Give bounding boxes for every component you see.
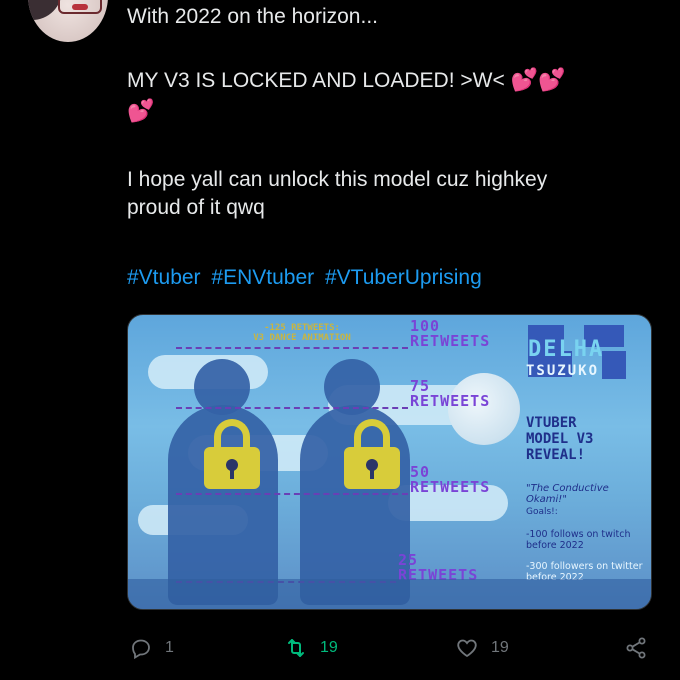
avatar[interactable] bbox=[28, 0, 108, 42]
treeline-decoration bbox=[128, 579, 651, 609]
tweet-media-image[interactable]: -125 RETWEETS: V3 DANCE ANIMATION 100 RE… bbox=[127, 314, 652, 610]
dance-goal-line: V3 DANCE ANIMATION bbox=[253, 333, 351, 343]
tweet-text-shout: MY V3 IS LOCKED AND LOADED! >W< bbox=[127, 69, 505, 92]
vtuber-surname: TSUZUKO bbox=[526, 363, 600, 379]
tier-75: 75 RETWEETS bbox=[410, 379, 490, 409]
share-icon bbox=[626, 637, 646, 659]
reply-icon bbox=[132, 639, 150, 660]
reveal-line: VTUBER bbox=[526, 415, 577, 431]
tagline: "The Conductive Okami!" bbox=[526, 483, 609, 505]
reveal-line: REVEAL! bbox=[526, 447, 586, 463]
retweet-icon bbox=[288, 639, 304, 657]
vtuber-name: DELHA bbox=[528, 337, 605, 362]
goal-item: -100 follows on twitch before 2022 bbox=[526, 529, 631, 551]
hearts-emoji: 💕 bbox=[127, 98, 155, 123]
dance-goal-text: -125 RETWEETS: V3 DANCE ANIMATION bbox=[222, 323, 382, 343]
dance-goal-line: -125 RETWEETS: bbox=[264, 323, 340, 333]
tier-50: 50 RETWEETS bbox=[410, 465, 490, 495]
share-button[interactable] bbox=[624, 632, 660, 664]
tweet-text-line-a: I hope yall can unlock this model cuz hi… bbox=[127, 168, 548, 191]
tweet-action-bar: 1 19 19 bbox=[0, 632, 680, 664]
retweet-button[interactable]: 19 bbox=[284, 632, 338, 664]
tweet-text-line: With 2022 on the horizon... bbox=[127, 5, 378, 28]
reveal-line: MODEL V3 bbox=[526, 431, 594, 447]
tier-line bbox=[176, 347, 408, 349]
hashtag-list: #Vtuber #ENVtuber #VTuberUprising bbox=[127, 264, 487, 292]
tweet-text-line: I hope yall can unlock this model cuz hi… bbox=[127, 166, 647, 222]
tweet-text-line-b: proud of it qwq bbox=[127, 196, 265, 219]
vtuber-name-logo: DELHA TSUZUKO bbox=[522, 319, 650, 391]
hashtag-link[interactable]: #VTuberUprising bbox=[325, 266, 482, 289]
reply-button[interactable]: 1 bbox=[129, 632, 174, 664]
tier-line bbox=[176, 493, 408, 495]
lock-icon bbox=[204, 419, 260, 489]
lock-icon bbox=[344, 419, 400, 489]
tier-label: RETWEETS bbox=[410, 478, 491, 496]
like-button[interactable]: 19 bbox=[455, 632, 509, 664]
tier-label: RETWEETS bbox=[410, 392, 491, 410]
tier-label: RETWEETS bbox=[410, 332, 491, 350]
reveal-heading: VTUBER MODEL V3 REVEAL! bbox=[526, 415, 593, 463]
like-count: 19 bbox=[491, 639, 509, 656]
tier-100: 100 RETWEETS bbox=[410, 319, 490, 349]
tweet-text-line: MY V3 IS LOCKED AND LOADED! >W< 💕💕 bbox=[127, 66, 647, 95]
tier-line bbox=[176, 407, 408, 409]
goals-label: Goals!: bbox=[526, 507, 558, 517]
hashtag-link[interactable]: #Vtuber bbox=[127, 266, 201, 289]
hashtag-link[interactable]: #ENVtuber bbox=[211, 266, 314, 289]
hearts-emoji: 💕💕 bbox=[510, 67, 566, 92]
reply-count: 1 bbox=[165, 639, 174, 656]
retweet-count: 19 bbox=[320, 639, 338, 656]
heart-icon bbox=[457, 639, 477, 658]
